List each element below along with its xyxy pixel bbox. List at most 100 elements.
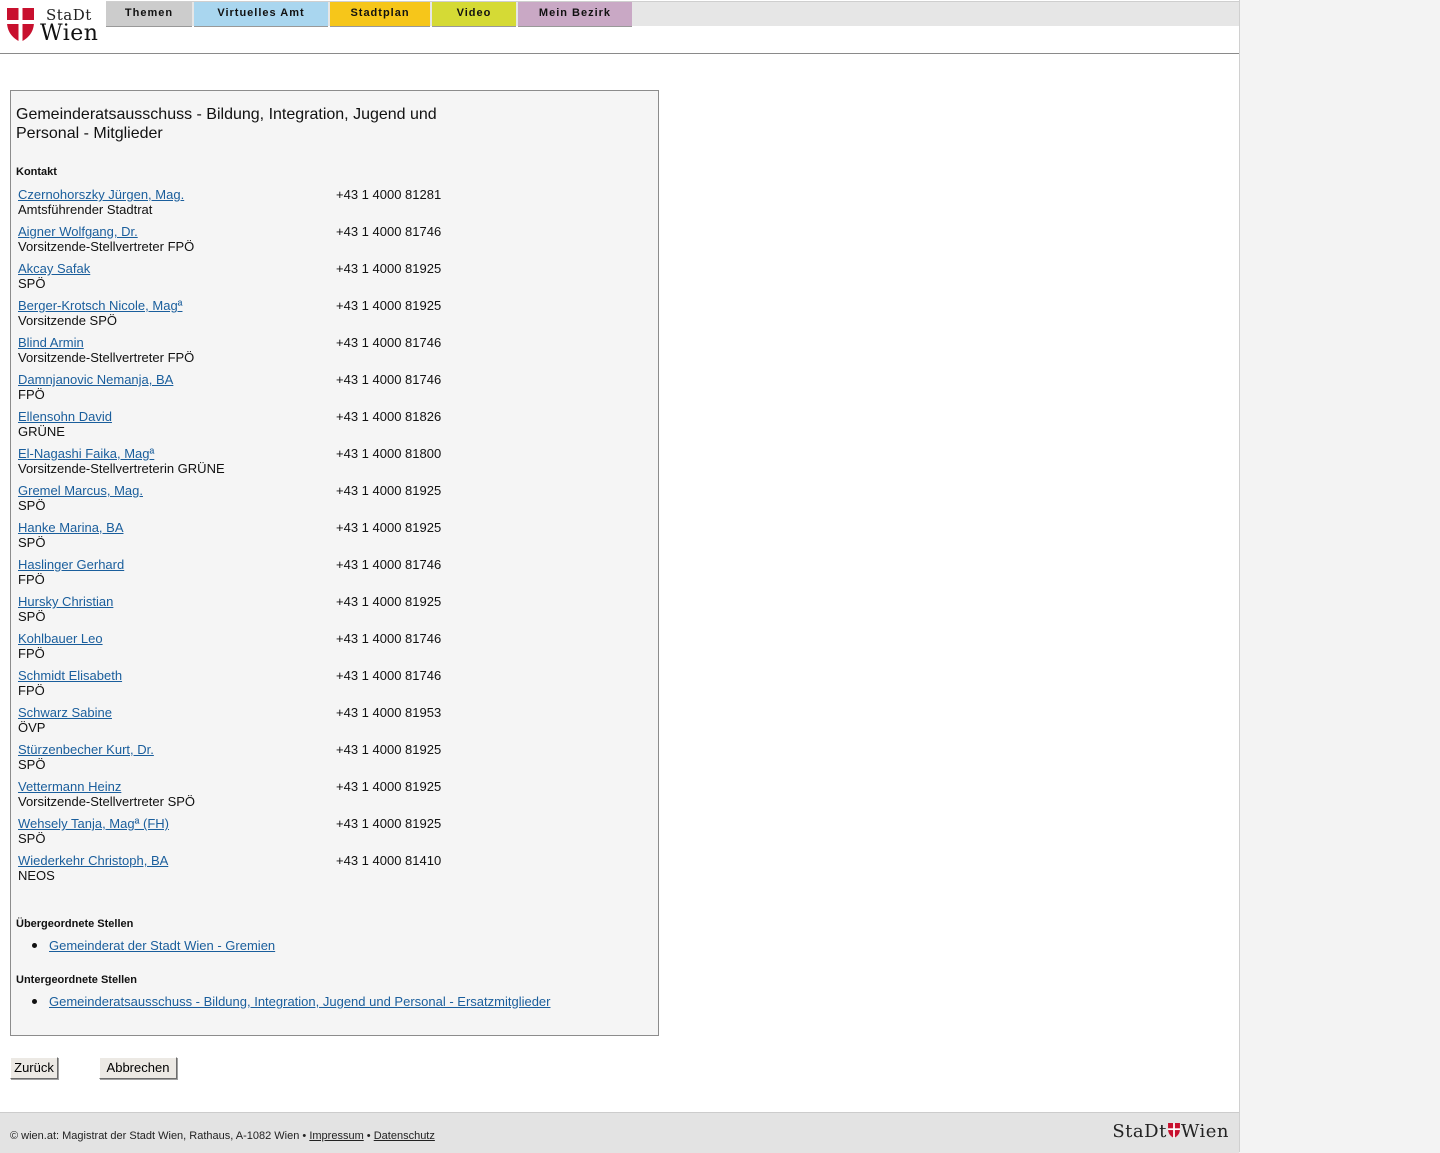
contact-section-label: Kontakt — [16, 166, 57, 178]
member-phone: +43 1 4000 81925 — [336, 483, 442, 498]
tab-video[interactable]: Video — [432, 2, 516, 27]
member-role: FPÖ — [18, 572, 45, 587]
member-phone: +43 1 4000 81746 — [336, 335, 442, 350]
members-list: Czernohorszky Jürgen, Mag. Amtsführender… — [18, 187, 638, 890]
member-phone: +43 1 4000 81925 — [336, 594, 442, 609]
list-item: Gemeinderat der Stadt Wien - Gremien — [16, 938, 275, 953]
tab-virtuelles-amt[interactable]: Virtuelles Amt — [194, 2, 328, 27]
member-role: Vorsitzende-Stellvertreter SPÖ — [18, 794, 196, 809]
content-panel: Gemeinderatsausschuss - Bildung, Integra… — [10, 90, 659, 1036]
list-item: Vettermann Heinz Vorsitzende-Stellvertre… — [18, 779, 638, 816]
list-item: El-Nagashi Faika, Magª Vorsitzende-Stell… — [18, 446, 638, 483]
member-phone: +43 1 4000 81826 — [336, 409, 442, 424]
member-name-link[interactable]: Schmidt Elisabeth — [18, 668, 122, 683]
list-item: Stürzenbecher Kurt, Dr. SPÖ +43 1 4000 8… — [18, 742, 638, 779]
list-item: Schwarz Sabine ÖVP +43 1 4000 81953 — [18, 705, 638, 742]
member-name-link[interactable]: Wiederkehr Christoph, BA — [18, 853, 168, 868]
member-role: FPÖ — [18, 646, 45, 661]
footer-logo[interactable]: StaDt Wien — [1112, 1121, 1229, 1143]
tab-themen[interactable]: Themen — [106, 2, 192, 27]
member-role: ÖVP — [18, 720, 46, 735]
member-name-link[interactable]: Vettermann Heinz — [18, 779, 121, 794]
footer: © wien.at: Magistrat der Stadt Wien, Rat… — [0, 1112, 1239, 1153]
member-name-link[interactable]: Blind Armin — [18, 335, 84, 350]
member-phone: +43 1 4000 81281 — [336, 187, 442, 202]
member-phone: +43 1 4000 81925 — [336, 816, 442, 831]
parent-link-gremien[interactable]: Gemeinderat der Stadt Wien - Gremien — [49, 938, 275, 953]
child-section-label: Untergeordnete Stellen — [16, 974, 138, 986]
impressum-link[interactable]: Impressum — [309, 1130, 363, 1142]
member-phone: +43 1 4000 81410 — [336, 853, 442, 868]
stadt-wien-logo[interactable]: StaDt Wien — [7, 6, 99, 46]
member-name-link[interactable]: Akcay Safak — [18, 261, 90, 276]
member-phone: +43 1 4000 81746 — [336, 372, 442, 387]
list-item: Gremel Marcus, Mag. SPÖ +43 1 4000 81925 — [18, 483, 638, 520]
member-phone: +43 1 4000 81746 — [336, 631, 442, 646]
member-name-link[interactable]: Ellensohn David — [18, 409, 112, 424]
member-phone: +43 1 4000 81746 — [336, 224, 442, 239]
member-name-link[interactable]: Czernohorszky Jürgen, Mag. — [18, 187, 184, 202]
list-item: Ellensohn David GRÜNE +43 1 4000 81826 — [18, 409, 638, 446]
logo-line2: Wien — [40, 21, 99, 46]
page-title: Gemeinderatsausschuss - Bildung, Integra… — [16, 106, 437, 142]
list-item: Schmidt Elisabeth FPÖ +43 1 4000 81746 — [18, 668, 638, 705]
datenschutz-link[interactable]: Datenschutz — [374, 1130, 435, 1142]
footer-logo-left: StaDt — [1112, 1121, 1167, 1142]
member-role: Vorsitzende-Stellvertreter FPÖ — [18, 350, 195, 365]
wien-shield-icon — [1167, 1123, 1180, 1138]
member-name-link[interactable]: Hanke Marina, BA — [18, 520, 124, 535]
member-name-link[interactable]: Hursky Christian — [18, 594, 113, 609]
member-role: FPÖ — [18, 683, 45, 698]
member-phone: +43 1 4000 81925 — [336, 298, 442, 313]
wien-shield-icon — [7, 8, 34, 42]
member-name-link[interactable]: Damnjanovic Nemanja, BA — [18, 372, 173, 387]
member-role: Amtsführender Stadtrat — [18, 202, 153, 217]
footer-logo-right: Wien — [1180, 1121, 1229, 1142]
member-name-link[interactable]: Schwarz Sabine — [18, 705, 112, 720]
list-item: Aigner Wolfgang, Dr. Vorsitzende-Stellve… — [18, 224, 638, 261]
member-role: SPÖ — [18, 831, 46, 846]
page: StaDt Wien Themen Virtuelles Amt Stadtpl… — [0, 0, 1240, 1153]
list-item: Akcay Safak SPÖ +43 1 4000 81925 — [18, 261, 638, 298]
member-phone: +43 1 4000 81925 — [336, 261, 442, 276]
member-name-link[interactable]: Kohlbauer Leo — [18, 631, 103, 646]
member-name-link[interactable]: El-Nagashi Faika, Magª — [18, 446, 154, 461]
member-role: GRÜNE — [18, 424, 65, 439]
member-role: Vorsitzende-Stellvertreter FPÖ — [18, 239, 195, 254]
tab-stadtplan[interactable]: Stadtplan — [330, 2, 430, 27]
list-item: Kohlbauer Leo FPÖ +43 1 4000 81746 — [18, 631, 638, 668]
back-button[interactable]: Zurück — [10, 1057, 58, 1079]
member-name-link[interactable]: Wehsely Tanja, Magª (FH) — [18, 816, 169, 831]
bullet-icon — [32, 943, 37, 948]
member-name-link[interactable]: Aigner Wolfgang, Dr. — [18, 224, 138, 239]
member-phone: +43 1 4000 81925 — [336, 520, 442, 535]
list-item: Wehsely Tanja, Magª (FH) SPÖ +43 1 4000 … — [18, 816, 638, 853]
member-phone: +43 1 4000 81953 — [336, 705, 442, 720]
member-role: Vorsitzende-Stellvertreterin GRÜNE — [18, 461, 225, 476]
member-phone: +43 1 4000 81925 — [336, 742, 442, 757]
list-item: Hursky Christian SPÖ +43 1 4000 81925 — [18, 594, 638, 631]
member-name-link[interactable]: Haslinger Gerhard — [18, 557, 124, 572]
member-name-link[interactable]: Stürzenbecher Kurt, Dr. — [18, 742, 154, 757]
member-role: SPÖ — [18, 535, 46, 550]
cancel-button[interactable]: Abbrechen — [99, 1057, 177, 1079]
member-phone: +43 1 4000 81746 — [336, 668, 442, 683]
member-role: SPÖ — [18, 757, 46, 772]
tab-mein-bezirk[interactable]: Mein Bezirk — [518, 2, 632, 27]
list-item: Damnjanovic Nemanja, BA FPÖ +43 1 4000 8… — [18, 372, 638, 409]
list-item: Haslinger Gerhard FPÖ +43 1 4000 81746 — [18, 557, 638, 594]
footer-text: © wien.at: Magistrat der Stadt Wien, Rat… — [10, 1130, 435, 1142]
member-role: FPÖ — [18, 387, 45, 402]
member-phone: +43 1 4000 81925 — [336, 779, 442, 794]
child-links-list: Gemeinderatsausschuss - Bildung, Integra… — [16, 994, 551, 1009]
child-link-ersatzmitglieder[interactable]: Gemeinderatsausschuss - Bildung, Integra… — [49, 994, 551, 1009]
list-item: Hanke Marina, BA SPÖ +43 1 4000 81925 — [18, 520, 638, 557]
member-role: SPÖ — [18, 276, 46, 291]
bullet-icon — [32, 999, 37, 1004]
parent-section-label: Übergeordnete Stellen — [16, 918, 134, 930]
list-item: Berger-Krotsch Nicole, Magª Vorsitzende … — [18, 298, 638, 335]
member-name-link[interactable]: Berger-Krotsch Nicole, Magª — [18, 298, 182, 313]
member-name-link[interactable]: Gremel Marcus, Mag. — [18, 483, 143, 498]
member-phone: +43 1 4000 81800 — [336, 446, 442, 461]
member-role: SPÖ — [18, 498, 46, 513]
